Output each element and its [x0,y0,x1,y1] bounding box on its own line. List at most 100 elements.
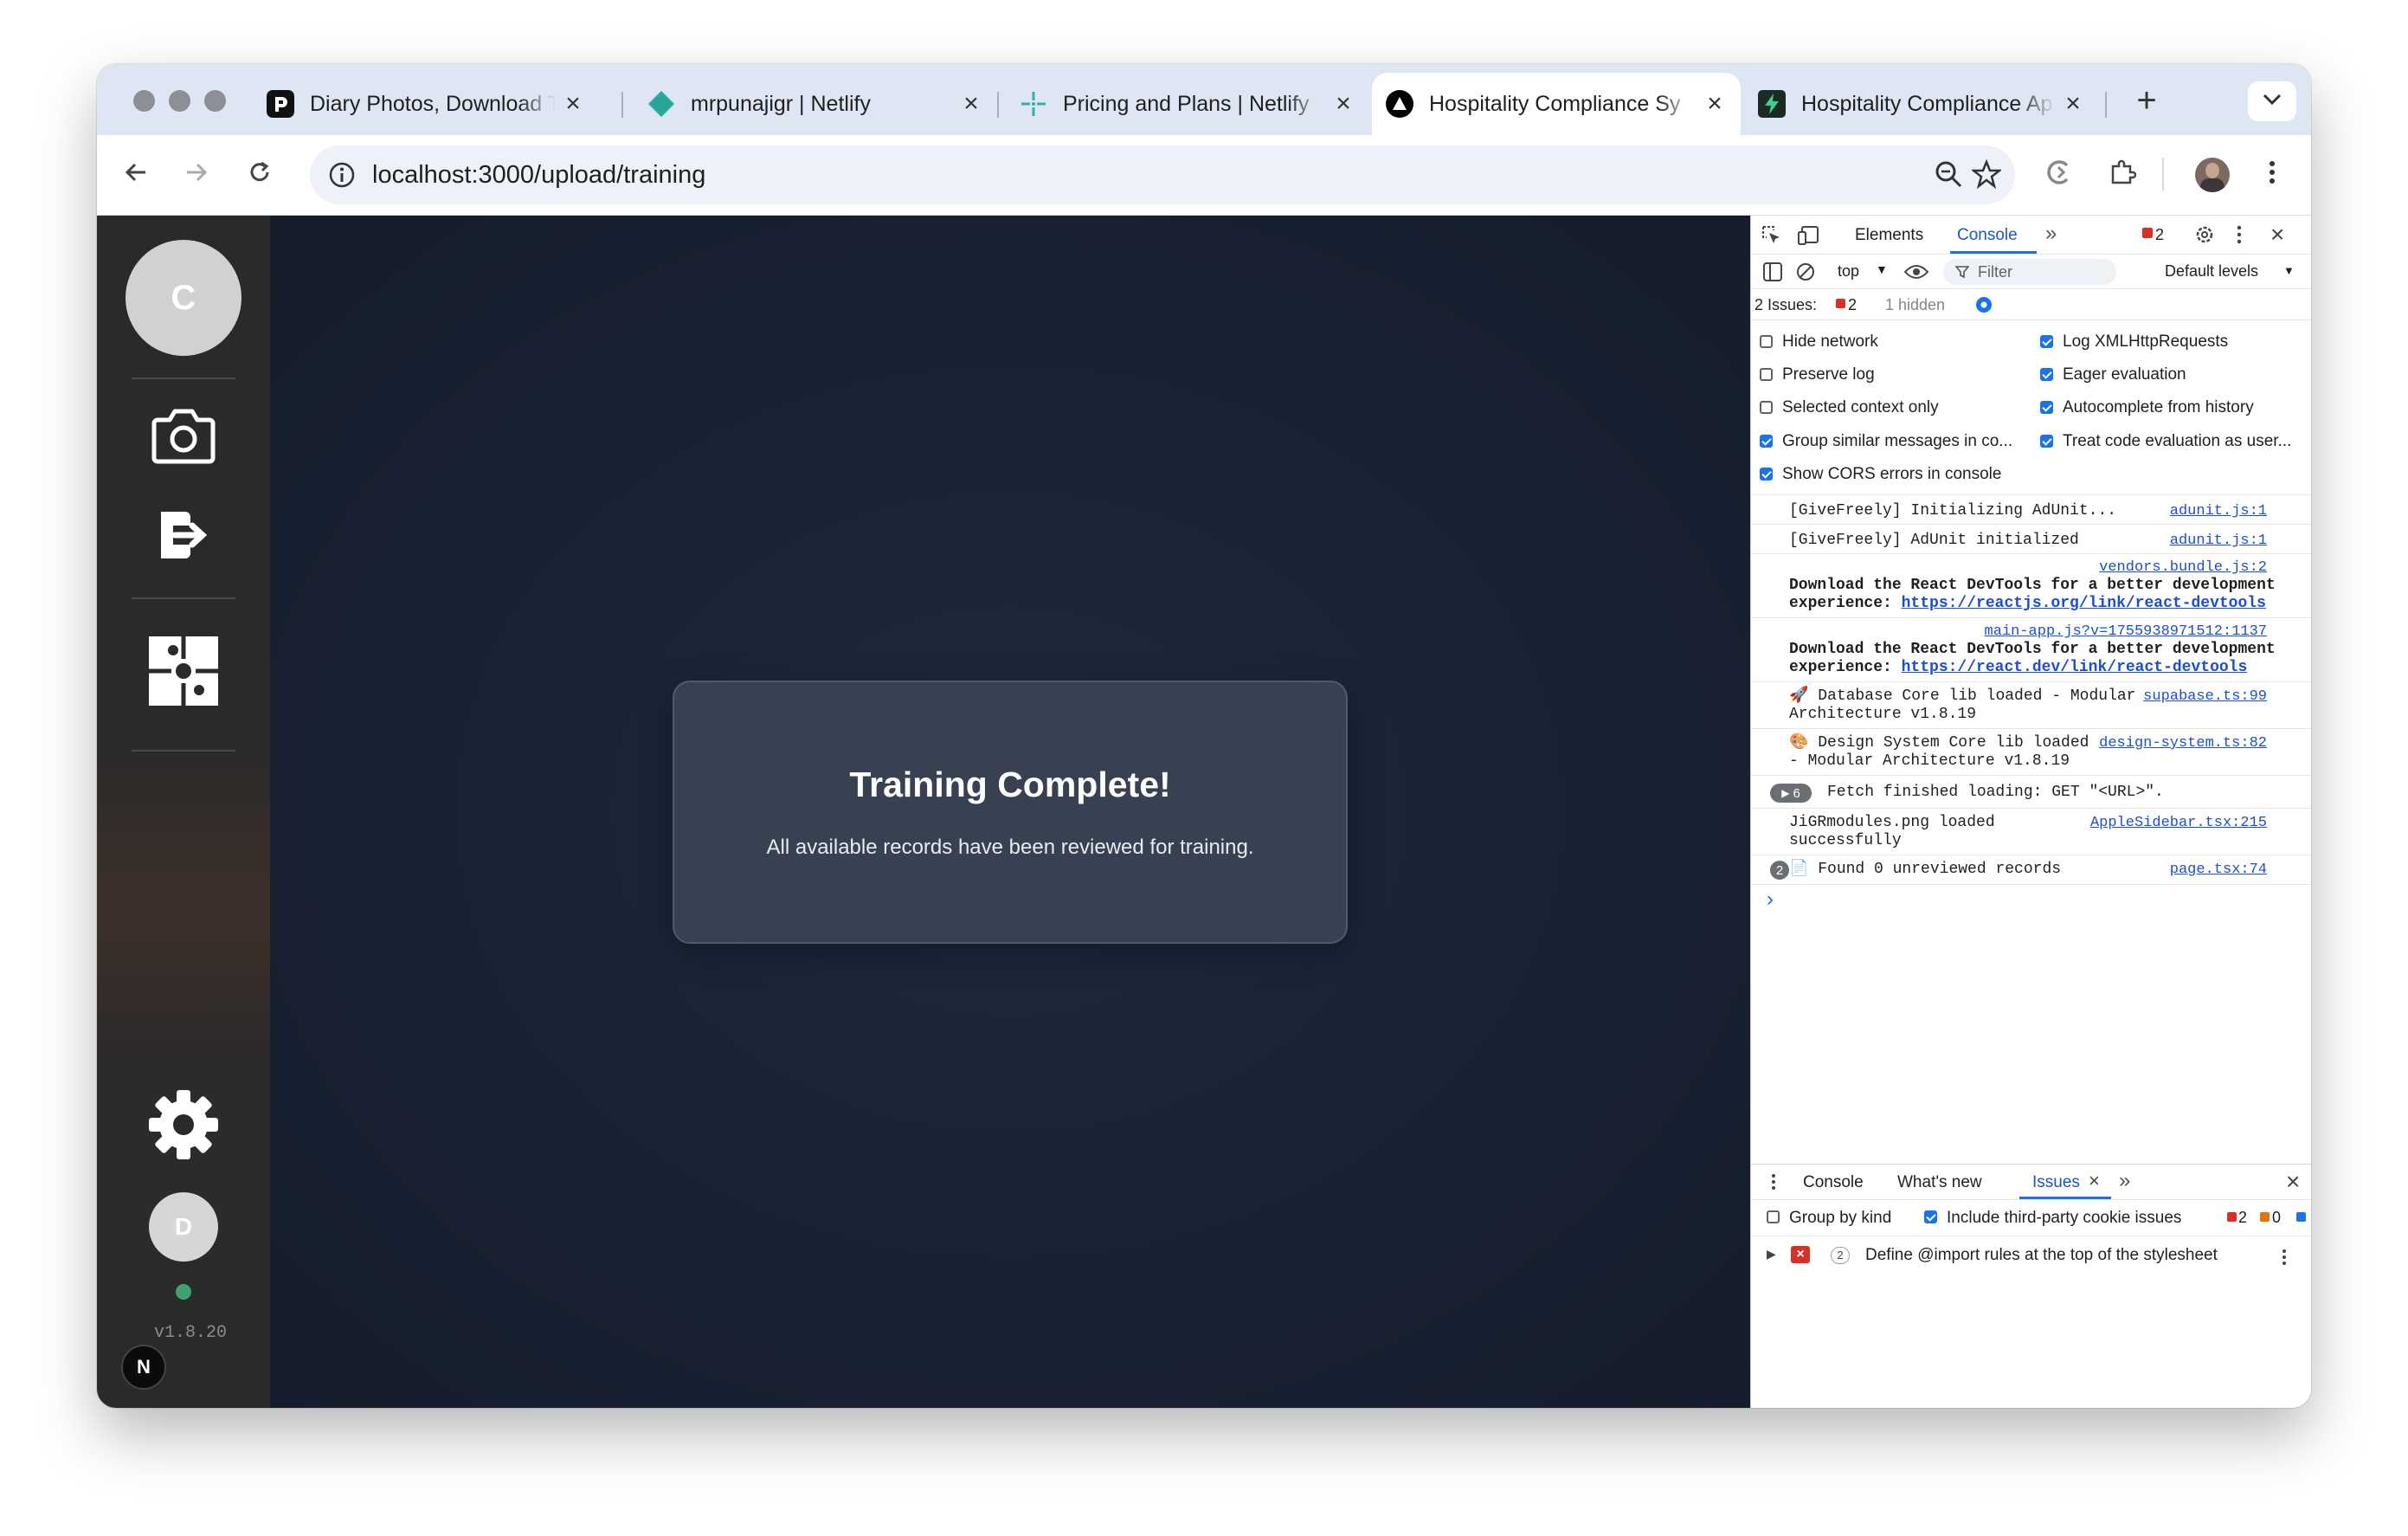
tab-search-button[interactable] [2248,81,2296,121]
show-cors-checkbox[interactable] [1760,468,1773,481]
more-vertical-icon[interactable] [1770,1172,1777,1196]
group-by-kind-checkbox[interactable] [1767,1210,1780,1223]
source-link[interactable]: supabase.ts:99 [2143,688,2267,705]
blue-gear-icon[interactable] [1974,295,1993,319]
filter-input[interactable]: Filter [1943,259,2116,285]
camera-icon[interactable] [151,404,216,467]
error-flag-icon [2142,228,2153,238]
console-message-cont: successfully [1789,832,1902,849]
expand-triangle-icon[interactable]: ▶ [1767,1247,1776,1262]
close-tab-icon[interactable]: × [2089,1170,2100,1192]
source-link[interactable]: vendors.bundle.js:2 [2099,559,2267,576]
close-tab-icon[interactable]: × [1326,89,1361,119]
reload-button[interactable] [240,154,280,194]
tab-title: Hospitality Compliance Sy [1429,91,1681,116]
clear-console-icon[interactable] [1796,262,1815,286]
log-levels-dropdown[interactable]: Default levels [2165,262,2258,281]
close-tab-icon[interactable]: × [2056,89,2090,119]
new-tab-button[interactable]: + [2122,76,2171,125]
treat-code-checkbox[interactable] [2040,435,2053,448]
tab-netlify-pricing[interactable]: Pricing and Plans | Netlify × [1006,73,1369,135]
drawer-tab-issues[interactable]: Issues [2032,1173,2080,1192]
issues-badge-count[interactable]: 2 [2155,226,2164,244]
nextjs-dev-badge[interactable]: N [121,1345,166,1390]
source-link[interactable]: design-system.ts:82 [2099,735,2267,752]
devtools-panel: Elements Console » 2 × top ▼ Filter Defa… [1750,216,2311,1408]
user-avatar[interactable]: C [126,240,241,356]
tab-hospitality-compliance-app[interactable]: Hospitality Compliance Ap × [1744,73,2099,135]
close-devtools-icon[interactable]: × [2270,221,2284,248]
site-info-icon[interactable] [327,160,357,194]
tab-title: Pricing and Plans | Netlify [1063,91,1310,116]
logout-icon[interactable] [156,508,211,562]
source-link[interactable]: adunit.js:1 [2170,503,2267,520]
inspect-element-icon[interactable] [1761,225,1782,250]
sidebar-toggle-icon[interactable] [1763,262,1782,286]
close-tab-icon[interactable]: × [954,89,988,119]
close-window-button[interactable] [133,90,155,112]
training-complete-card: Training Complete! All available records… [673,681,1348,944]
group-similar-checkbox[interactable] [1760,435,1773,448]
hidden-count: 1 hidden [1885,296,1946,313]
close-tab-icon[interactable]: × [556,89,590,119]
settings-gear-icon[interactable] [2194,224,2215,249]
tab-diary-photos[interactable]: Diary Photos, Download Th × [253,73,599,135]
extensions-menu-button[interactable] [2102,154,2142,194]
preserve-log-checkbox[interactable] [1760,368,1773,381]
selected-context-checkbox[interactable] [1760,401,1773,414]
source-link[interactable]: main-app.js?v=1755938971512:1137 [1985,623,2267,640]
more-tabs-icon[interactable]: » [2045,222,2057,246]
console-prompt[interactable]: › [1767,887,1774,912]
more-vertical-icon[interactable] [2236,224,2243,249]
browser-menu-button[interactable] [2252,154,2292,194]
zoom-icon[interactable] [1934,159,1963,193]
log-xhr-checkbox[interactable] [2040,335,2053,348]
vercel-triangle-icon [1386,90,1413,118]
address-bar[interactable]: localhost:3000/upload/training [310,145,2015,204]
error-icon: × [1791,1246,1810,1263]
forward-button[interactable] [177,154,216,194]
tab-console[interactable]: Console [1957,226,2018,245]
console-message-cont: experience: https://react.dev/link/react… [1789,659,2248,676]
console-message: Fetch finished loading: GET "<URL>". [1827,784,2164,801]
dropdown-arrow-icon: ▼ [2283,264,2295,277]
source-link[interactable]: adunit.js:1 [2170,532,2267,549]
issues-count[interactable]: 2 [1848,296,1857,314]
error-flag-icon [2227,1212,2237,1222]
profile-avatar[interactable] [2195,158,2230,192]
source-link[interactable]: page.tsx:74 [2170,862,2267,878]
url-text: localhost:3000/upload/training [372,161,706,189]
device-toolbar-icon[interactable] [1798,225,1820,250]
tab-netlify-site[interactable]: mrpunajigr | Netlify × [634,73,997,135]
tab-hospitality-compliance-active[interactable]: Hospitality Compliance Sy × [1372,73,1741,135]
autocomplete-checkbox[interactable] [2040,401,2053,414]
bookmark-star-icon[interactable] [1970,158,2003,193]
hide-network-checkbox[interactable] [1760,335,1773,348]
context-selector[interactable]: top [1838,262,1859,281]
extension-button[interactable] [2038,154,2078,194]
modules-puzzle-icon[interactable] [147,635,220,707]
devtools-link[interactable]: https://reactjs.org/link/react-devtools [1902,595,2266,612]
drawer-tab-console[interactable]: Console [1803,1173,1864,1192]
show-cors-label: Show CORS errors in console [1782,465,2002,483]
close-drawer-icon[interactable]: × [2286,1168,2300,1196]
tab-elements[interactable]: Elements [1855,226,1923,245]
close-tab-icon[interactable]: × [1697,89,1732,119]
live-expression-eye-icon[interactable] [1903,263,1929,285]
back-button[interactable] [116,154,156,194]
eager-eval-checkbox[interactable] [2040,368,2053,381]
more-tabs-icon[interactable]: » [2119,1169,2130,1193]
repeat-count-badge[interactable]: ▶ 6 [1770,784,1812,803]
user-avatar-small[interactable]: D [149,1192,218,1262]
issue-row[interactable]: ▶ × 2 Define @import rules at the top of… [1751,1236,2311,1275]
issues-label: 2 Issues: [1754,296,1818,313]
minimize-window-button[interactable] [169,90,190,112]
drawer-tab-whats-new[interactable]: What's new [1897,1173,1982,1192]
source-link[interactable]: AppleSidebar.tsx:215 [2090,815,2267,831]
supabase-bolt-icon [1758,90,1786,118]
gear-icon[interactable] [147,1088,220,1161]
more-vertical-icon[interactable] [2281,1248,2288,1271]
devtools-link[interactable]: https://react.dev/link/react-devtools [1902,659,2248,676]
third-party-checkbox[interactable] [1924,1210,1937,1223]
zoom-window-button[interactable] [204,90,226,112]
